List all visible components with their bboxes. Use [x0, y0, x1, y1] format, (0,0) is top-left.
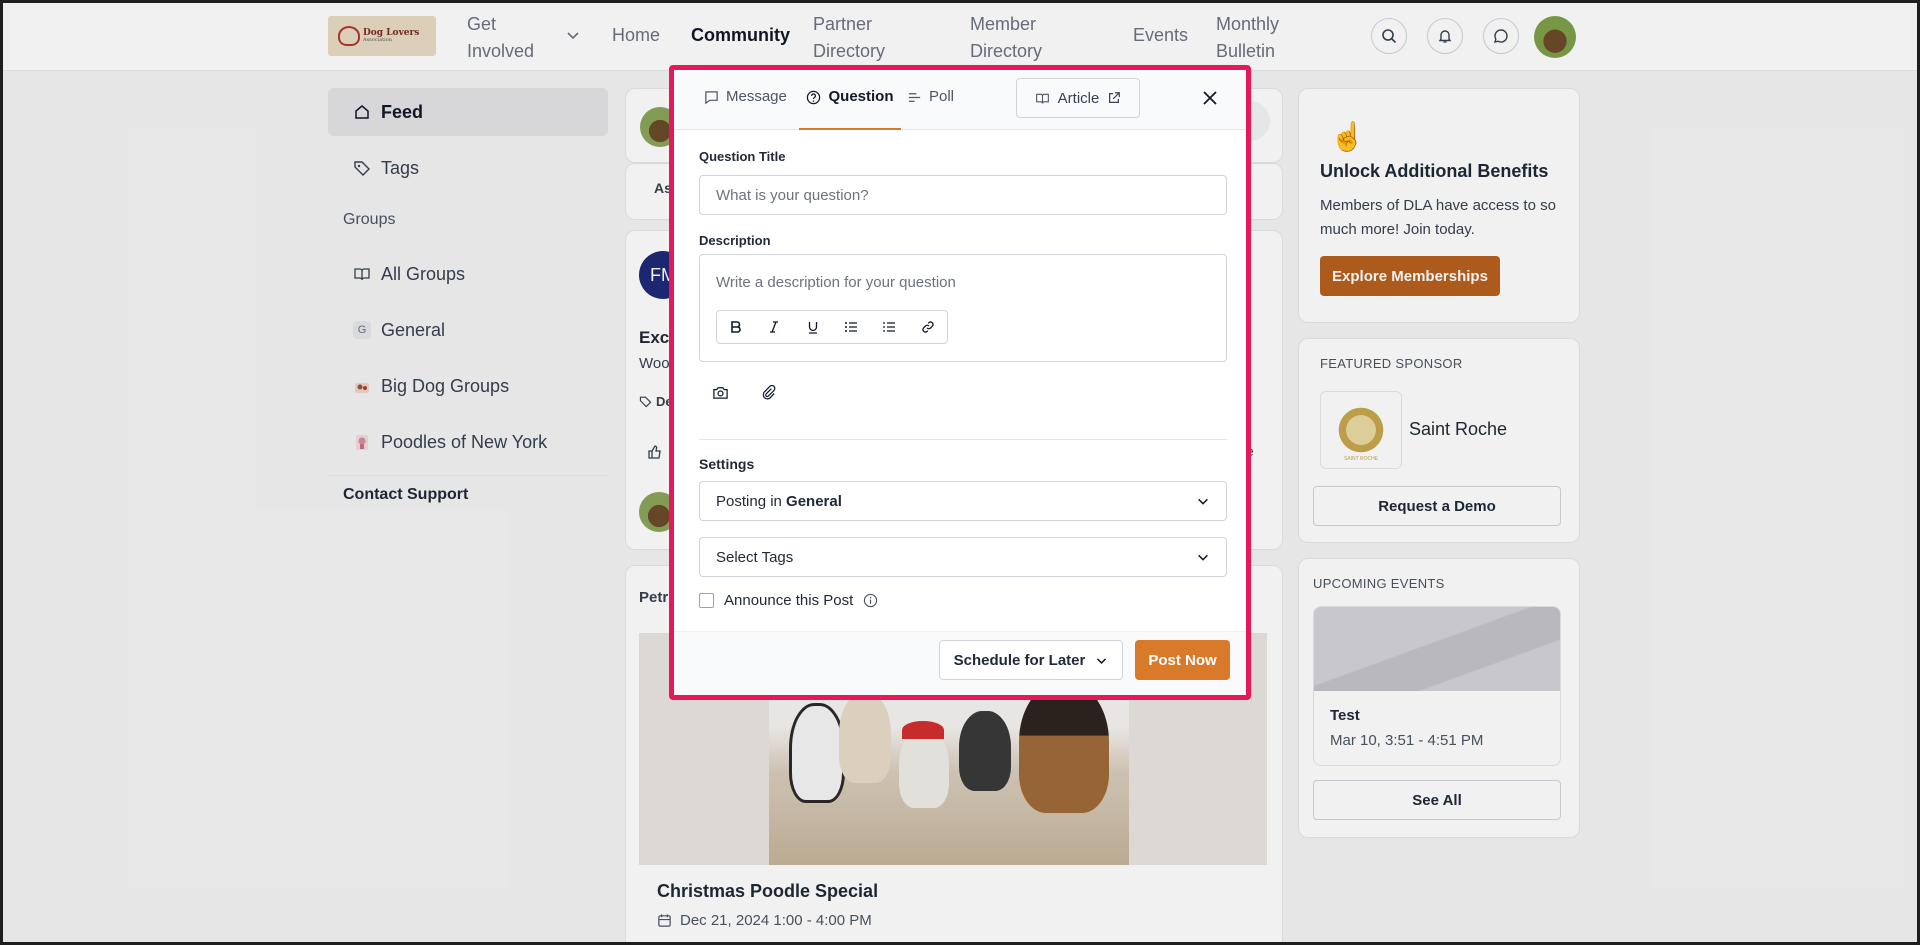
description-label: Description [699, 233, 771, 248]
link-button[interactable] [909, 311, 947, 343]
rich-text-toolbar [716, 310, 948, 344]
link-icon [922, 321, 934, 333]
app-screen: Dog Lovers Association Get Involved Home C… [3, 3, 1917, 942]
schedule-label: Schedule for Later [953, 651, 1086, 669]
select-tags-label: Select Tags [716, 548, 794, 566]
tab-message[interactable]: Message [704, 86, 787, 130]
description-placeholder: Write a description for your question [716, 274, 956, 291]
message-icon [705, 91, 718, 105]
settings-label: Settings [699, 456, 755, 472]
question-circle-icon [807, 90, 821, 105]
camera-icon [712, 386, 728, 399]
bullet-list-button[interactable] [870, 311, 908, 343]
announce-row: Announce this Post [699, 592, 878, 609]
tab-question[interactable]: Question [799, 86, 901, 130]
tab-poll-label: Poll [929, 88, 955, 105]
description-editor[interactable]: Write a description for your question [699, 254, 1227, 362]
announce-checkbox[interactable] [699, 593, 714, 608]
tab-question-label: Question [828, 88, 894, 105]
add-attachment-button[interactable] [756, 380, 780, 404]
tab-message-label: Message [726, 88, 787, 105]
tab-poll[interactable]: Poll [907, 86, 954, 130]
chevron-down-icon [1198, 498, 1208, 505]
external-link-icon [1109, 92, 1121, 103]
bold-icon [731, 321, 741, 333]
select-tags-dropdown[interactable]: Select Tags [699, 537, 1227, 577]
ordered-list-icon [845, 322, 858, 332]
question-title-label: Question Title [699, 149, 786, 164]
book-icon [1035, 93, 1049, 104]
italic-button[interactable] [755, 311, 793, 343]
paperclip-icon [762, 384, 775, 399]
post-now-button[interactable]: Post Now [1135, 640, 1230, 680]
close-modal-button[interactable] [1198, 86, 1222, 110]
tab-article[interactable]: Article [1016, 78, 1140, 118]
tab-article-label: Article [1057, 89, 1100, 107]
announce-label[interactable]: Announce this Post [724, 592, 853, 609]
schedule-for-later-button[interactable]: Schedule for Later [939, 640, 1123, 680]
modal-footer: Schedule for Later Post Now [674, 631, 1246, 695]
modal-divider [699, 439, 1227, 440]
add-photo-button[interactable] [708, 380, 732, 404]
italic-icon [770, 321, 779, 333]
post-type-tabs: Message Question Poll Article [674, 70, 1246, 130]
chevron-down-icon [1198, 554, 1208, 561]
ordered-list-button[interactable] [832, 311, 870, 343]
poll-icon [908, 93, 921, 102]
bold-button[interactable] [717, 311, 755, 343]
create-post-modal: Message Question Poll Article Question T… [669, 65, 1251, 700]
posting-prefix: Posting in [716, 492, 782, 510]
info-icon[interactable] [863, 593, 878, 608]
posting-group-value: General [786, 492, 842, 510]
underline-button[interactable] [794, 311, 832, 343]
close-icon [1203, 91, 1217, 105]
chevron-down-icon [1097, 657, 1107, 664]
bullet-list-icon [883, 322, 896, 332]
posting-group-select[interactable]: Posting in General [699, 481, 1227, 521]
underline-icon [808, 322, 817, 334]
question-title-input[interactable]: What is your question? [699, 175, 1227, 215]
